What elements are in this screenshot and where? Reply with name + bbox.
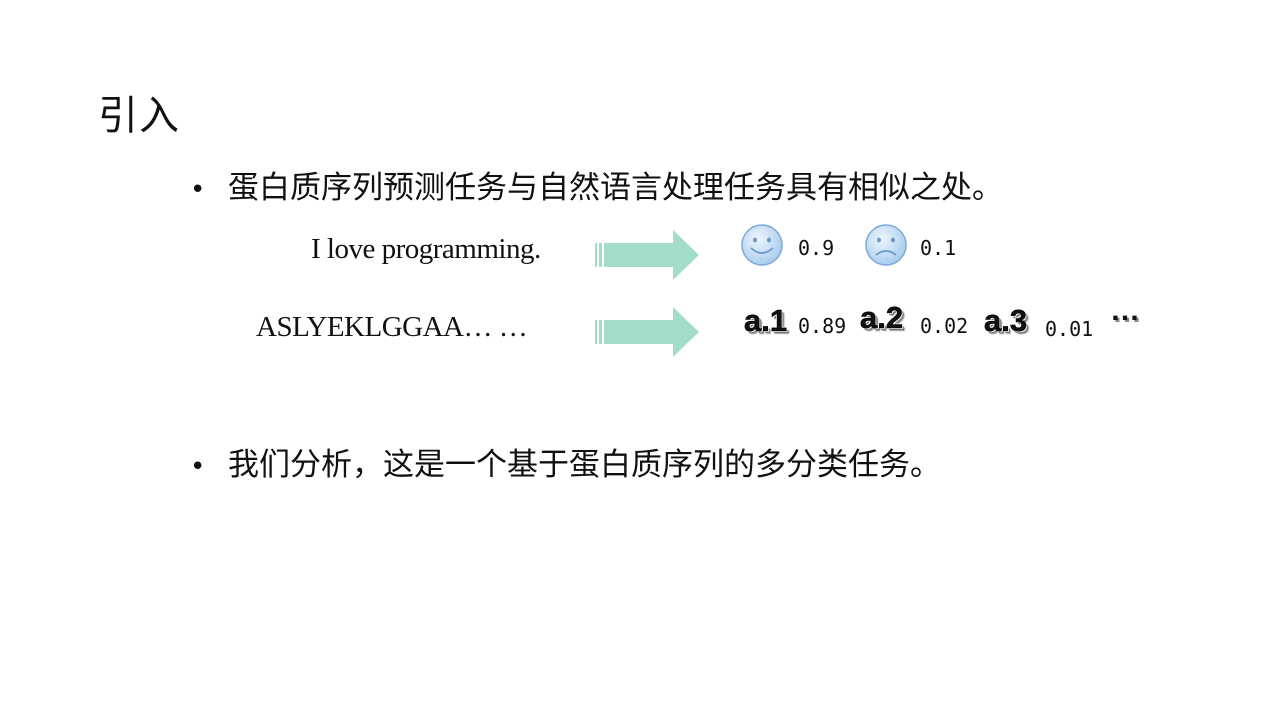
- right-arrow-icon: [595, 230, 699, 280]
- sad-face-icon: [865, 224, 907, 266]
- negative-score: 0.1: [920, 236, 957, 260]
- bullet-marker: •: [190, 452, 206, 482]
- protein-input-text: ASLYEKLGGAA… …: [256, 311, 528, 343]
- smiley-face-icon: [741, 224, 783, 266]
- class-label-1: a.1: [744, 303, 788, 339]
- class-label-2: a.2: [860, 300, 904, 336]
- class-score-1: 0.89: [798, 314, 847, 338]
- slide-title: 引入: [98, 93, 180, 139]
- bullet-marker: •: [190, 175, 206, 205]
- class-score-2: 0.02: [920, 314, 969, 338]
- bullet-item-2: • 我们分析，这是一个基于蛋白质序列的多分类任务。: [190, 445, 941, 487]
- ellipsis-more: …: [1110, 294, 1140, 327]
- class-label-3: a.3: [984, 303, 1028, 339]
- bullet-text: 我们分析，这是一个基于蛋白质序列的多分类任务。: [228, 447, 941, 483]
- positive-score: 0.9: [798, 236, 835, 260]
- class-score-3: 0.01: [1045, 317, 1094, 341]
- slide: 引入 • 蛋白质序列预测任务与自然语言处理任务具有相似之处。 I love pro…: [0, 0, 1280, 720]
- sentiment-input-text: I love programming.: [311, 233, 541, 265]
- bullet-item-1: • 蛋白质序列预测任务与自然语言处理任务具有相似之处。: [190, 168, 1003, 210]
- right-arrow-icon: [595, 307, 699, 357]
- bullet-text: 蛋白质序列预测任务与自然语言处理任务具有相似之处。: [228, 170, 1003, 206]
